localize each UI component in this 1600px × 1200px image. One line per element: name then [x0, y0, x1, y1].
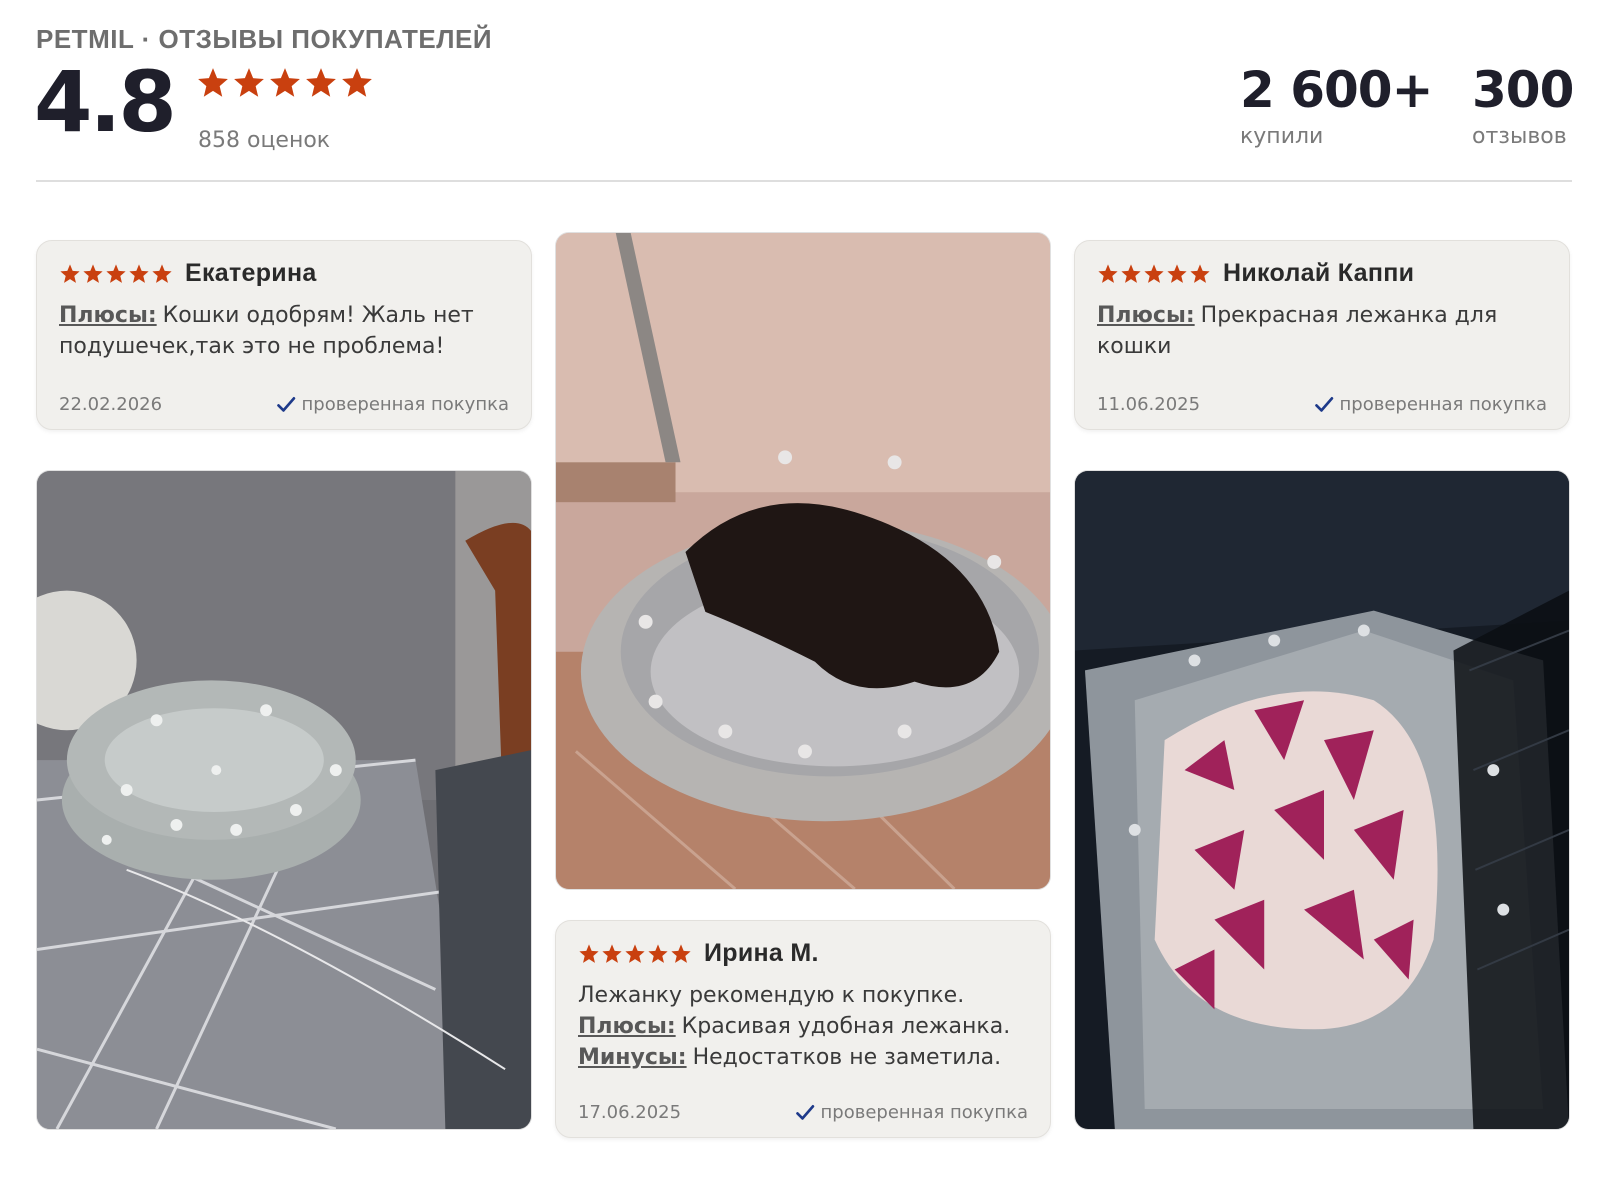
- star-icon: [1097, 263, 1119, 285]
- review-card[interactable]: Ирина М. Лежанку рекомендую к покупке. П…: [555, 920, 1051, 1138]
- review-stars: [59, 263, 173, 285]
- review-stars: [578, 943, 692, 965]
- star-icon: [82, 263, 104, 285]
- star-icon: [59, 263, 81, 285]
- review-footer: 22.02.2026 проверенная покупка: [59, 394, 509, 415]
- average-score: 4.8: [34, 53, 177, 151]
- review-text: Плюсы: Кошки одобрям! Жаль нет подушечек,…: [59, 300, 509, 362]
- star-icon: [624, 943, 646, 965]
- checkmark-icon: [1314, 395, 1334, 415]
- verified-badge: проверенная покупка: [276, 394, 509, 415]
- review-date: 17.06.2025: [578, 1102, 682, 1123]
- ratings-count: 858 оценок: [198, 128, 331, 153]
- review-photo[interactable]: [555, 232, 1051, 890]
- verified-badge: проверенная покупка: [795, 1102, 1028, 1123]
- review-text: Лежанку рекомендую к покупке. Плюсы: Крас…: [578, 980, 1028, 1073]
- star-icon: [151, 263, 173, 285]
- header-divider: [36, 180, 1572, 182]
- pros-text: Красивая удобная лежанка.: [681, 1014, 1011, 1039]
- verified-label: проверенная покупка: [820, 1102, 1028, 1123]
- verified-label: проверенная покупка: [301, 394, 509, 415]
- star-icon: [1143, 263, 1165, 285]
- review-card[interactable]: Николай Каппи Плюсы: Прекрасная лежанка д…: [1074, 240, 1570, 430]
- star-icon: [601, 943, 623, 965]
- review-photo[interactable]: [36, 470, 532, 1130]
- pros-label: Плюсы:: [59, 303, 157, 328]
- review-author: Ирина М.: [704, 939, 819, 967]
- cons-text: Недостатков не заметила.: [692, 1045, 1002, 1070]
- star-icon: [340, 66, 374, 100]
- pros-label: Плюсы:: [1097, 303, 1195, 328]
- star-icon: [196, 66, 230, 100]
- review-header: Ирина М.: [578, 939, 1028, 968]
- verified-label: проверенная покупка: [1339, 394, 1547, 415]
- star-icon: [1166, 263, 1188, 285]
- review-card[interactable]: Екатерина Плюсы: Кошки одобрям! Жаль нет …: [36, 240, 532, 430]
- verified-badge: проверенная покупка: [1314, 394, 1547, 415]
- review-date: 22.02.2026: [59, 394, 163, 415]
- review-author: Николай Каппи: [1223, 259, 1415, 287]
- review-header: Николай Каппи: [1097, 259, 1547, 288]
- star-icon: [1120, 263, 1142, 285]
- review-author: Екатерина: [185, 259, 317, 287]
- reviews-label: отзывов: [1472, 124, 1567, 149]
- checkmark-icon: [276, 395, 296, 415]
- cat-in-bed-photo: [556, 233, 1050, 889]
- review-header: Екатерина: [59, 259, 509, 288]
- review-date: 11.06.2025: [1097, 394, 1201, 415]
- star-icon: [1189, 263, 1211, 285]
- stat-bought: 2 600+ купили: [1240, 60, 1433, 149]
- star-icon: [304, 66, 338, 100]
- bought-label: купили: [1240, 124, 1324, 149]
- blanket-in-bed-photo: [1075, 471, 1569, 1129]
- pet-bed-photo: [37, 471, 531, 1129]
- brand-title: PETMIL · ОТЗЫВЫ ПОКУПАТЕЛЕЙ: [36, 24, 493, 54]
- pros-label: Плюсы:: [578, 1014, 676, 1039]
- summary-stars: [196, 66, 374, 100]
- cons-label: Минусы:: [578, 1045, 687, 1070]
- review-footer: 11.06.2025 проверенная покупка: [1097, 394, 1547, 415]
- reviews-value: 300: [1472, 61, 1574, 119]
- review-comment: Лежанку рекомендую к покупке.: [578, 983, 965, 1008]
- checkmark-icon: [795, 1103, 815, 1123]
- bought-value: 2 600+: [1240, 61, 1433, 119]
- review-photo[interactable]: [1074, 470, 1570, 1130]
- star-icon: [232, 66, 266, 100]
- star-icon: [128, 263, 150, 285]
- reviews-page: PETMIL · ОТЗЫВЫ ПОКУПАТЕЛЕЙ 4.8 858 оцен…: [0, 0, 1600, 1200]
- stat-reviews: 300 отзывов: [1472, 60, 1574, 149]
- review-stars: [1097, 263, 1211, 285]
- star-icon: [105, 263, 127, 285]
- review-text: Плюсы: Прекрасная лежанка для кошки: [1097, 300, 1547, 362]
- star-icon: [578, 943, 600, 965]
- review-footer: 17.06.2025 проверенная покупка: [578, 1102, 1028, 1123]
- star-icon: [647, 943, 669, 965]
- star-icon: [268, 66, 302, 100]
- star-icon: [670, 943, 692, 965]
